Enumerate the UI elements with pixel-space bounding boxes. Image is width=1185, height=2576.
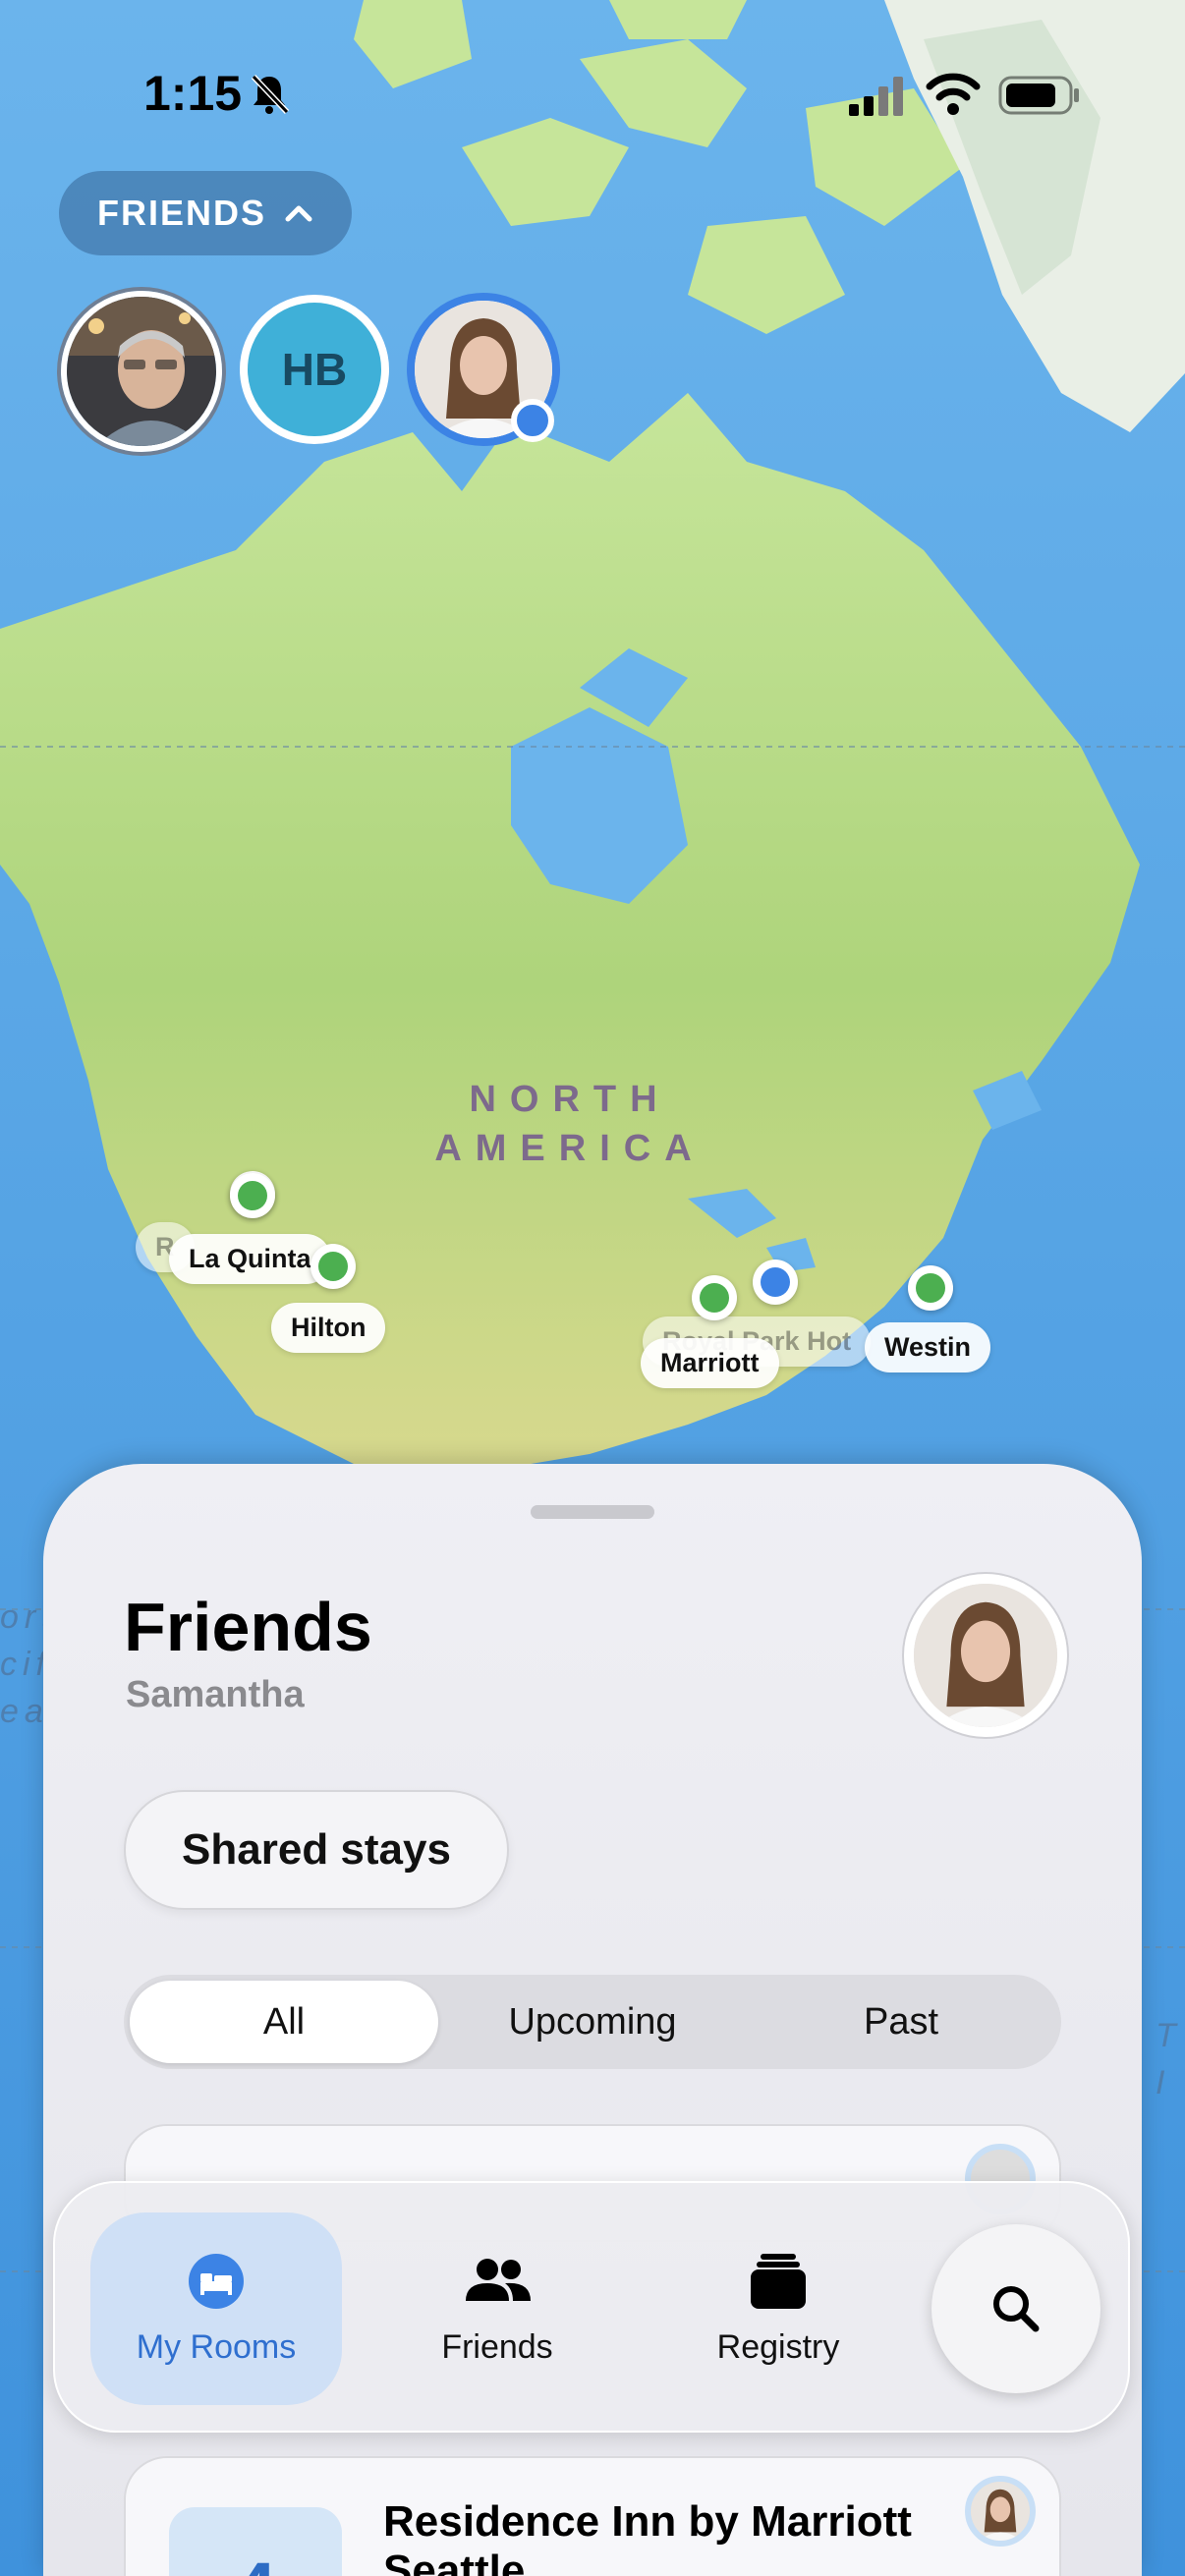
sheet-title: Friends xyxy=(124,1589,372,1665)
tab-registry-label: Registry xyxy=(716,2327,840,2366)
tab-bar: My Rooms Friends Registry xyxy=(53,2181,1130,2433)
shared-stays-button[interactable]: Shared stays xyxy=(124,1790,509,1910)
samantha-photo-small xyxy=(971,2482,1030,2541)
segment-past[interactable]: Past xyxy=(747,1981,1055,2063)
status-time: 1:15 xyxy=(143,66,243,121)
tab-registry[interactable]: Registry xyxy=(652,2212,904,2405)
cellular-signal-icon xyxy=(849,77,903,116)
map-pin-label-westin[interactable]: Westin xyxy=(865,1322,991,1372)
friends-toggle-label: FRIENDS xyxy=(96,193,266,233)
friends-toggle-button[interactable]: FRIENDS xyxy=(59,171,352,255)
tab-my-rooms-label: My Rooms xyxy=(136,2327,297,2366)
sheet-grabber[interactable] xyxy=(531,1505,654,1519)
search-icon xyxy=(993,2286,1040,2332)
ocean-label-right-line2: I xyxy=(1156,2064,1171,2101)
continent-label-line1: NORTH xyxy=(469,1079,671,1120)
tab-friends-label: Friends xyxy=(441,2327,553,2366)
map-pin-westin[interactable] xyxy=(908,1265,953,1311)
sheet-subtitle: Samantha xyxy=(126,1674,305,1715)
friend-avatar-1[interactable] xyxy=(61,291,222,452)
map-pin-marriott[interactable] xyxy=(692,1275,737,1320)
friend-avatar-initials[interactable]: HB xyxy=(240,295,389,444)
stay-date-badge: 4 xyxy=(169,2507,342,2576)
segment-all[interactable]: All xyxy=(130,1981,438,2063)
friend-initials: HB xyxy=(281,344,348,395)
registry-icon xyxy=(751,2253,806,2309)
chevron-up-icon xyxy=(285,205,312,222)
map-pin-hilton[interactable] xyxy=(310,1244,356,1289)
continent-label-line2: AMERICA xyxy=(434,1128,705,1169)
stay-filter-segmented-control[interactable]: All Upcoming Past xyxy=(124,1975,1061,2069)
friend-photo xyxy=(67,297,216,446)
map-pin-label-hilton[interactable]: Hilton xyxy=(271,1303,386,1353)
map-pin-royalpark[interactable] xyxy=(753,1260,798,1305)
samantha-photo-large xyxy=(914,1584,1057,1727)
stay-card[interactable]: 4 Residence Inn by Marriott Seattle xyxy=(124,2456,1061,2576)
tab-friends[interactable]: Friends xyxy=(371,2212,623,2405)
tab-my-rooms[interactable]: My Rooms xyxy=(90,2212,342,2405)
ocean-label-right-line1: T xyxy=(1156,2017,1182,2054)
ocean-label-right: T I xyxy=(1156,2012,1182,2106)
bell-slash-icon xyxy=(251,74,290,115)
map-pin-label-laquinta[interactable]: La Quinta xyxy=(169,1234,331,1284)
sheet-profile-avatar[interactable] xyxy=(904,1574,1067,1737)
search-button[interactable] xyxy=(931,2224,1100,2393)
stay-hotel-name: Residence Inn by Marriott Seattle xyxy=(383,2497,912,2576)
bed-icon xyxy=(189,2253,244,2309)
people-icon xyxy=(466,2258,531,2301)
map-pin-label-marriott[interactable]: Marriott xyxy=(641,1338,779,1388)
selected-indicator-dot xyxy=(511,399,554,442)
wifi-icon xyxy=(926,73,981,115)
segment-upcoming[interactable]: Upcoming xyxy=(438,1981,747,2063)
battery-icon xyxy=(998,76,1079,115)
card-avatar xyxy=(965,2476,1036,2547)
map-pin-laquinta[interactable] xyxy=(230,1173,275,1218)
